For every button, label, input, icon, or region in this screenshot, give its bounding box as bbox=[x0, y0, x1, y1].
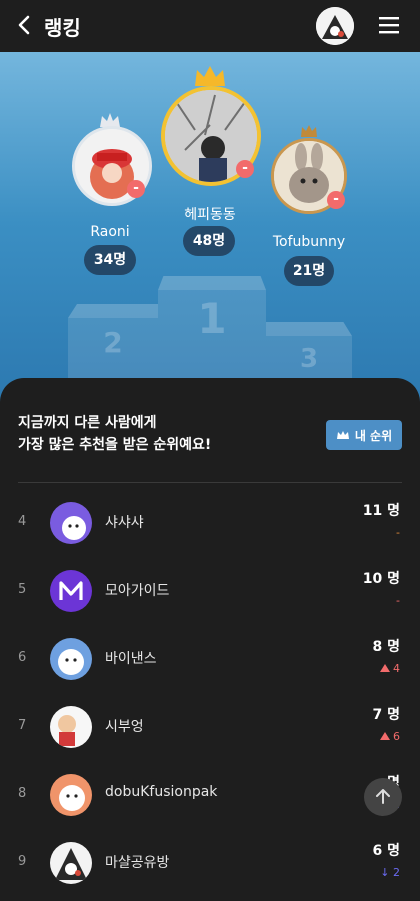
user-name: 시부엉 bbox=[105, 719, 144, 735]
rank-change-value: 2 bbox=[393, 866, 400, 879]
page-title: 랭킹 bbox=[44, 16, 81, 40]
user-avatar bbox=[50, 706, 92, 748]
ranking-description-line-2: 가장 많은 추천을 받은 순위예요! bbox=[18, 437, 212, 453]
podium-number-3: 3 bbox=[299, 344, 319, 374]
user-avatar bbox=[50, 842, 92, 884]
user-name: 마샬공유방 bbox=[105, 855, 170, 871]
rank-number: 5 bbox=[18, 582, 27, 597]
user-avatar bbox=[50, 570, 92, 612]
profile-avatar-image bbox=[316, 7, 354, 45]
my-rank-label: 내 순위 bbox=[354, 428, 393, 443]
podium-second-top bbox=[68, 304, 158, 318]
ranking-row[interactable]: 4 샤샤샤 11 명 - bbox=[0, 490, 420, 558]
divider bbox=[18, 482, 402, 483]
app-header: 랭킹 bbox=[0, 0, 420, 52]
podium-first-top bbox=[158, 276, 266, 290]
gold-crown-icon bbox=[195, 66, 225, 86]
podium-third-top bbox=[266, 322, 352, 336]
rank-number: 9 bbox=[18, 854, 27, 869]
rank-change-down: ↓ 2 bbox=[380, 866, 400, 879]
ranking-row[interactable]: 8 dobuKfusionpak 명 ↓ 2 bbox=[0, 762, 420, 830]
user-name: dobuKfusionpak bbox=[105, 784, 218, 800]
second-place-count: 34명 bbox=[84, 245, 136, 275]
rank-number: 8 bbox=[18, 786, 27, 801]
rank-change-value: 6 bbox=[393, 730, 400, 743]
ranking-sheet: 지금까지 다른 사람에게 가장 많은 추천을 받은 순위예요! 내 순위 4 샤… bbox=[0, 378, 420, 901]
rank-change-same: - bbox=[396, 594, 400, 607]
recommend-count: 11 명 bbox=[362, 503, 400, 519]
up-triangle-icon bbox=[379, 664, 390, 672]
user-avatar-image bbox=[62, 516, 86, 540]
rank-change-same: - bbox=[396, 526, 400, 539]
first-place-name: 헤피동동 bbox=[184, 207, 236, 223]
user-avatar-image bbox=[55, 848, 87, 880]
up-triangle-icon bbox=[379, 732, 390, 740]
user-avatar-image bbox=[58, 715, 76, 746]
rank-change-value: 4 bbox=[393, 662, 400, 675]
second-place-name: Raoni bbox=[90, 224, 130, 240]
user-avatar bbox=[50, 638, 92, 680]
user-name: 모아가이드 bbox=[105, 583, 170, 599]
ranking-row[interactable]: 6 바이낸스 8 명 4 bbox=[0, 626, 420, 694]
down-arrow-icon: ↓ bbox=[380, 866, 390, 879]
rank-number: 6 bbox=[18, 650, 27, 665]
podium-number-2: 2 bbox=[103, 326, 123, 359]
user-avatar bbox=[50, 774, 92, 816]
ranking-description: 지금까지 다른 사람에게 가장 많은 추천을 받은 순위예요! bbox=[18, 412, 211, 456]
profile-avatar[interactable] bbox=[316, 7, 354, 45]
ranking-row[interactable]: 5 모아가이드 10 명 - bbox=[0, 558, 420, 626]
user-name: 샤샤샤 bbox=[105, 515, 144, 531]
first-place-rank-change-icon: - bbox=[236, 160, 254, 178]
crown-icon bbox=[336, 431, 349, 439]
user-avatar-image bbox=[59, 785, 85, 811]
podium-number-1: 1 bbox=[197, 294, 227, 343]
recommend-count: 10 명 bbox=[362, 571, 400, 587]
m-logo-icon bbox=[59, 581, 83, 600]
user-avatar-image bbox=[58, 649, 84, 675]
rank-change-up: 4 bbox=[379, 662, 400, 675]
rank-number: 7 bbox=[18, 718, 27, 733]
back-arrow-icon[interactable] bbox=[14, 14, 36, 36]
bronze-crown-icon bbox=[301, 125, 317, 137]
scroll-to-top-button[interactable] bbox=[364, 778, 402, 816]
my-rank-button[interactable]: 내 순위 bbox=[326, 420, 402, 450]
first-place-count: 48명 bbox=[183, 226, 235, 256]
rank-change-up: 6 bbox=[379, 730, 400, 743]
third-place-count: 21명 bbox=[284, 256, 334, 286]
recommend-count: 6 명 bbox=[372, 843, 401, 859]
podium-section: 2 1 3 - Raoni 34명 - 헤피동동 48명 - Tofubunny… bbox=[0, 52, 420, 432]
ranking-description-line-1: 지금까지 다른 사람에게 bbox=[18, 415, 157, 431]
ranking-row[interactable]: 7 시부엉 7 명 6 bbox=[0, 694, 420, 762]
third-place-rank-change-icon: - bbox=[327, 191, 345, 209]
arrow-up-icon bbox=[376, 789, 390, 804]
rank-number: 4 bbox=[18, 514, 27, 529]
recommend-count: 8 명 bbox=[372, 639, 401, 655]
hamburger-menu-icon[interactable] bbox=[378, 14, 400, 36]
user-avatar bbox=[50, 502, 92, 544]
user-name: 바이낸스 bbox=[105, 651, 157, 667]
recommend-count: 7 명 bbox=[372, 707, 401, 723]
ranking-row[interactable]: 9 마샬공유방 6 명 ↓ 2 bbox=[0, 830, 420, 898]
third-place-name: Tofubunny bbox=[272, 234, 346, 250]
second-place-rank-change-icon: - bbox=[127, 180, 145, 198]
